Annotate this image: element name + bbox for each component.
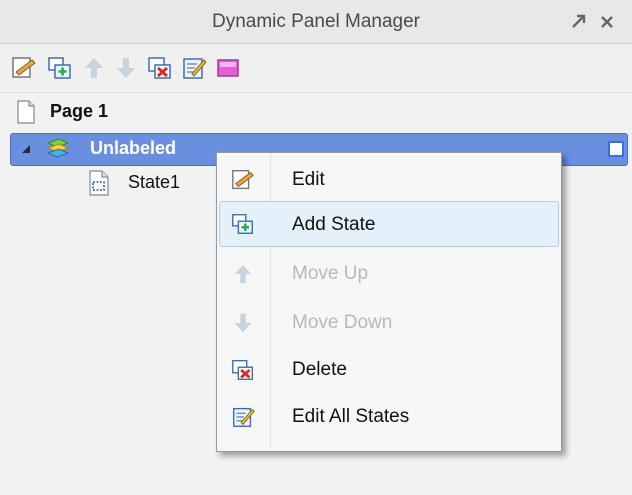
- edit-all-icon: [233, 407, 255, 427]
- menu-item-move-up: [219, 251, 559, 297]
- menu-item-edit-label: Edit: [292, 169, 325, 190]
- state-label[interactable]: State1: [128, 169, 180, 195]
- page-icon: [17, 100, 35, 124]
- edit-all-icon[interactable]: [180, 54, 208, 82]
- menu-item-move-down-label: Move Down: [292, 312, 393, 333]
- pin-icon[interactable]: [568, 10, 590, 32]
- arrow-down-icon: [117, 58, 135, 78]
- edit-icon[interactable]: [10, 54, 38, 82]
- menu-item-edit-all-states-label: Edit All States: [292, 406, 410, 427]
- arrow-up-icon: [234, 264, 252, 284]
- state-icon: [89, 170, 109, 196]
- menu-item-edit[interactable]: [219, 157, 559, 203]
- page-label[interactable]: Page 1: [50, 98, 108, 124]
- arrow-up-icon: [85, 58, 103, 78]
- color-swatch-icon[interactable]: [214, 54, 242, 82]
- menu-item-move-up-label: Move Up: [292, 263, 369, 284]
- delete-icon: [232, 360, 253, 380]
- close-icon[interactable]: [596, 11, 618, 33]
- arrow-down-icon: [234, 313, 252, 333]
- delete-icon[interactable]: [146, 54, 174, 82]
- menu-item-add-state-label: Add State: [292, 214, 376, 235]
- menu-item-delete-label: Delete: [292, 359, 347, 380]
- visibility-checkbox[interactable]: [608, 141, 624, 157]
- menu-item-add-state[interactable]: [219, 201, 559, 247]
- layers-icon: [46, 138, 70, 158]
- expand-collapse-icon[interactable]: [20, 143, 32, 155]
- add-state-icon: [232, 214, 253, 234]
- dynamic-panel-label[interactable]: Unlabeled: [90, 135, 176, 161]
- edit-icon: [232, 170, 254, 190]
- menu-item-delete[interactable]: [219, 347, 559, 393]
- add-state-icon[interactable]: [46, 54, 74, 82]
- panel-title: Dynamic Panel Manager: [211, 11, 421, 32]
